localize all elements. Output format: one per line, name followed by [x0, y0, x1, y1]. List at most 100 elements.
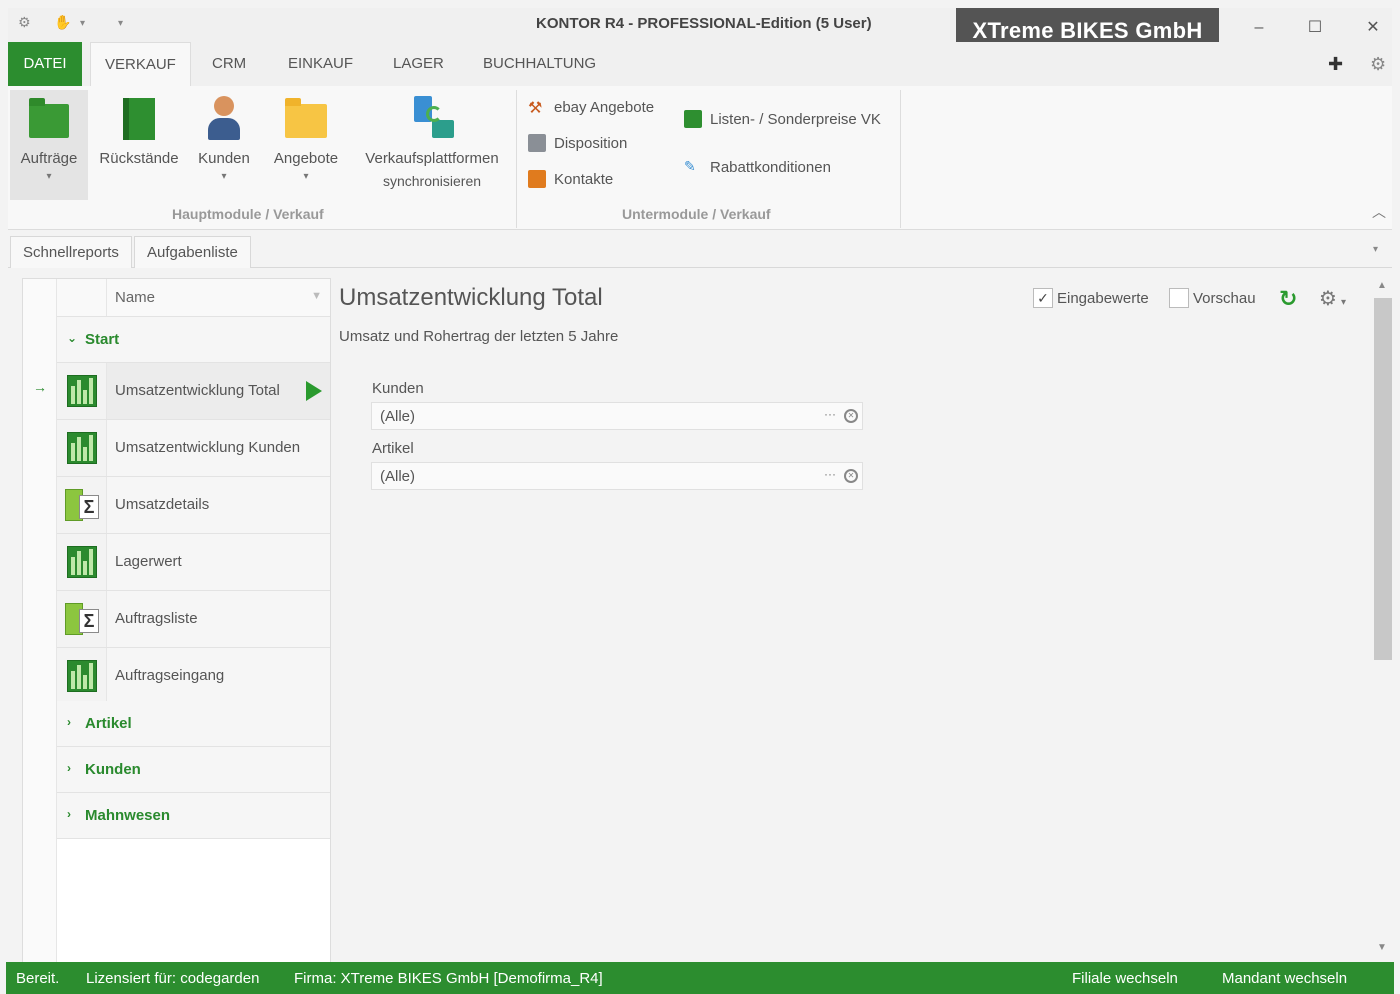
chevron-right-icon: › [67, 807, 71, 821]
minimize-button[interactable]: – [1244, 16, 1274, 40]
ribbon-tabs: DATEI VERKAUF CRM EINKAUF LAGER BUCHHALT… [8, 42, 1392, 87]
tab-crm[interactable]: CRM [198, 42, 260, 86]
list-item[interactable]: Umsatzentwicklung Kunden [57, 420, 330, 477]
calculator-icon [528, 134, 546, 152]
scrollbar-thumb[interactable] [1374, 298, 1392, 660]
switch-client-link[interactable]: Mandant wechseln [1222, 970, 1347, 987]
report-panel: Umsatzentwicklung Total Umsatz und Roher… [331, 270, 1372, 962]
run-report-icon[interactable] [306, 381, 322, 401]
folder-yellow-icon [285, 98, 327, 138]
tab-aufgabenliste[interactable]: Aufgabenliste [134, 236, 251, 268]
group-start[interactable]: ⌄ Start [57, 317, 330, 363]
auftraege-button[interactable]: Aufträge ▾ [10, 90, 88, 200]
group-label: Kunden [85, 761, 141, 778]
hand-icon[interactable]: ✋ [54, 14, 71, 31]
disposition-button[interactable]: Disposition [528, 134, 627, 152]
tab-buchhaltung[interactable]: BUCHHALTUNG [469, 42, 610, 86]
report-subtitle: Umsatz und Rohertrag der letzten 5 Jahre [339, 328, 619, 345]
list-item[interactable]: Auftragseingang [57, 648, 330, 705]
column-header-name[interactable]: Name [115, 289, 155, 306]
subtab-dropdown-icon[interactable]: ▾ [1373, 244, 1378, 255]
sum-table-icon: Σ [65, 603, 99, 635]
clear-icon[interactable]: ✕ [844, 409, 858, 423]
plugin-icon[interactable]: ✚ [1328, 54, 1343, 75]
dropdown-caret-icon: ▾ [303, 171, 309, 182]
contacts-book-icon [528, 170, 546, 188]
window-title: KONTOR R4 - PROFESSIONAL-Edition (5 User… [536, 15, 872, 32]
settings-gear-icon[interactable]: ⚙ [1370, 54, 1386, 75]
bar-chart-icon [67, 546, 97, 578]
clear-icon[interactable]: ✕ [844, 469, 858, 483]
app-icon[interactable]: ⚙ [18, 14, 31, 31]
group-label: Mahnwesen [85, 807, 171, 824]
current-row-arrow-icon: → [33, 379, 47, 395]
maximize-button[interactable]: ☐ [1300, 16, 1330, 40]
ebay-angebote-button[interactable]: ⚒ ebay Angebote [528, 98, 655, 118]
group-label-untermodule: Untermodule / Verkauf [622, 206, 771, 222]
group-artikel[interactable]: › Artikel [57, 701, 330, 747]
discount-icon: ✎ [684, 158, 696, 174]
hammer-icon: ⚒ [528, 100, 543, 117]
rueckstaende-label: Rückstände [99, 150, 179, 167]
scroll-up-icon[interactable]: ▲ [1377, 280, 1387, 291]
collapse-ribbon-icon[interactable]: ︿ [1372, 202, 1386, 222]
verkaufsplattformen-sync-button[interactable]: Verkaufsplattformen synchronisieren [356, 90, 508, 190]
kunden-button[interactable]: Kunden ▾ [194, 90, 254, 182]
list-item[interactable]: Lagerwert [57, 534, 330, 591]
chevron-right-icon: › [67, 761, 71, 775]
ellipsis-icon[interactable]: ··· [824, 407, 836, 421]
group-label: Artikel [85, 715, 132, 732]
tab-lager[interactable]: LAGER [379, 42, 458, 86]
scroll-down-icon[interactable]: ▼ [1377, 942, 1387, 953]
rabattkonditionen-button[interactable]: ✎ Rabattkonditionen [684, 158, 831, 176]
bar-chart-icon [67, 375, 97, 407]
group-separator [516, 90, 517, 228]
list-item[interactable]: Σ Auftragsliste [57, 591, 330, 648]
customize-quick-access-icon[interactable]: ▾ [118, 18, 123, 29]
report-settings-gear-icon[interactable]: ⚙ ▾ [1319, 286, 1346, 311]
sync-label-line2: synchronisieren [382, 173, 482, 189]
switch-branch-link[interactable]: Filiale wechseln [1072, 970, 1178, 987]
kunden-label: Kunden [198, 150, 250, 167]
refresh-icon[interactable]: ↻ [1279, 286, 1297, 312]
sync-label-line1: Verkaufsplattformen [365, 150, 499, 167]
filter-icon[interactable]: ▼ [311, 290, 322, 302]
eingabewerte-label: Eingabewerte [1057, 289, 1149, 307]
kontakte-button[interactable]: Kontakte [528, 170, 613, 188]
eingabewerte-checkbox[interactable]: ✓ Eingabewerte [1033, 288, 1149, 308]
group-separator [900, 90, 901, 228]
price-list-icon [684, 110, 702, 128]
artikel-param-value: (Alle) [380, 468, 416, 485]
list-item-label: Lagerwert [115, 553, 182, 570]
tab-verkauf[interactable]: VERKAUF [90, 42, 191, 87]
angebote-button[interactable]: Angebote ▾ [268, 90, 344, 182]
listen-sonderpreise-button[interactable]: Listen- / Sonderpreise VK [684, 110, 881, 128]
ribbon: Aufträge ▾ Rückstände Kunden ▾ Angebote … [8, 86, 1392, 230]
artikel-param-field[interactable]: (Alle) ··· ✕ [371, 462, 863, 490]
ebay-angebote-label: ebay Angebote [554, 98, 655, 116]
chevron-right-icon: › [67, 715, 71, 729]
vorschau-label: Vorschau [1193, 289, 1256, 307]
tab-einkauf[interactable]: EINKAUF [274, 42, 367, 86]
status-bar: Bereit. Lizensiert für: codegarden Firma… [6, 962, 1394, 994]
tab-datei[interactable]: DATEI [8, 42, 82, 86]
vorschau-checkbox[interactable]: Vorschau [1169, 288, 1256, 308]
quick-access-dropdown-icon[interactable]: ▾ [80, 18, 85, 29]
close-button[interactable]: ✕ [1358, 16, 1388, 40]
group-kunden[interactable]: › Kunden [57, 747, 330, 793]
kunden-param-field[interactable]: (Alle) ··· ✕ [371, 402, 863, 430]
list-item-label: Umsatzentwicklung Kunden [115, 439, 301, 456]
group-label-hauptmodule: Hauptmodule / Verkauf [172, 206, 324, 222]
list-item[interactable]: Umsatzentwicklung Total [57, 363, 330, 420]
tab-schnellreports[interactable]: Schnellreports [10, 236, 132, 268]
book-green-icon [123, 98, 155, 140]
group-mahnwesen[interactable]: › Mahnwesen [57, 793, 330, 839]
list-item-label: Auftragsliste [115, 610, 198, 627]
bar-chart-icon [67, 432, 97, 464]
list-item[interactable]: Σ Umsatzdetails [57, 477, 330, 534]
list-item-label: Umsatzdetails [115, 496, 210, 513]
vertical-scrollbar[interactable]: ▲ ▼ [1372, 270, 1394, 962]
ellipsis-icon[interactable]: ··· [824, 467, 836, 481]
report-title: Umsatzentwicklung Total [339, 284, 603, 311]
rueckstaende-button[interactable]: Rückstände [96, 90, 182, 167]
